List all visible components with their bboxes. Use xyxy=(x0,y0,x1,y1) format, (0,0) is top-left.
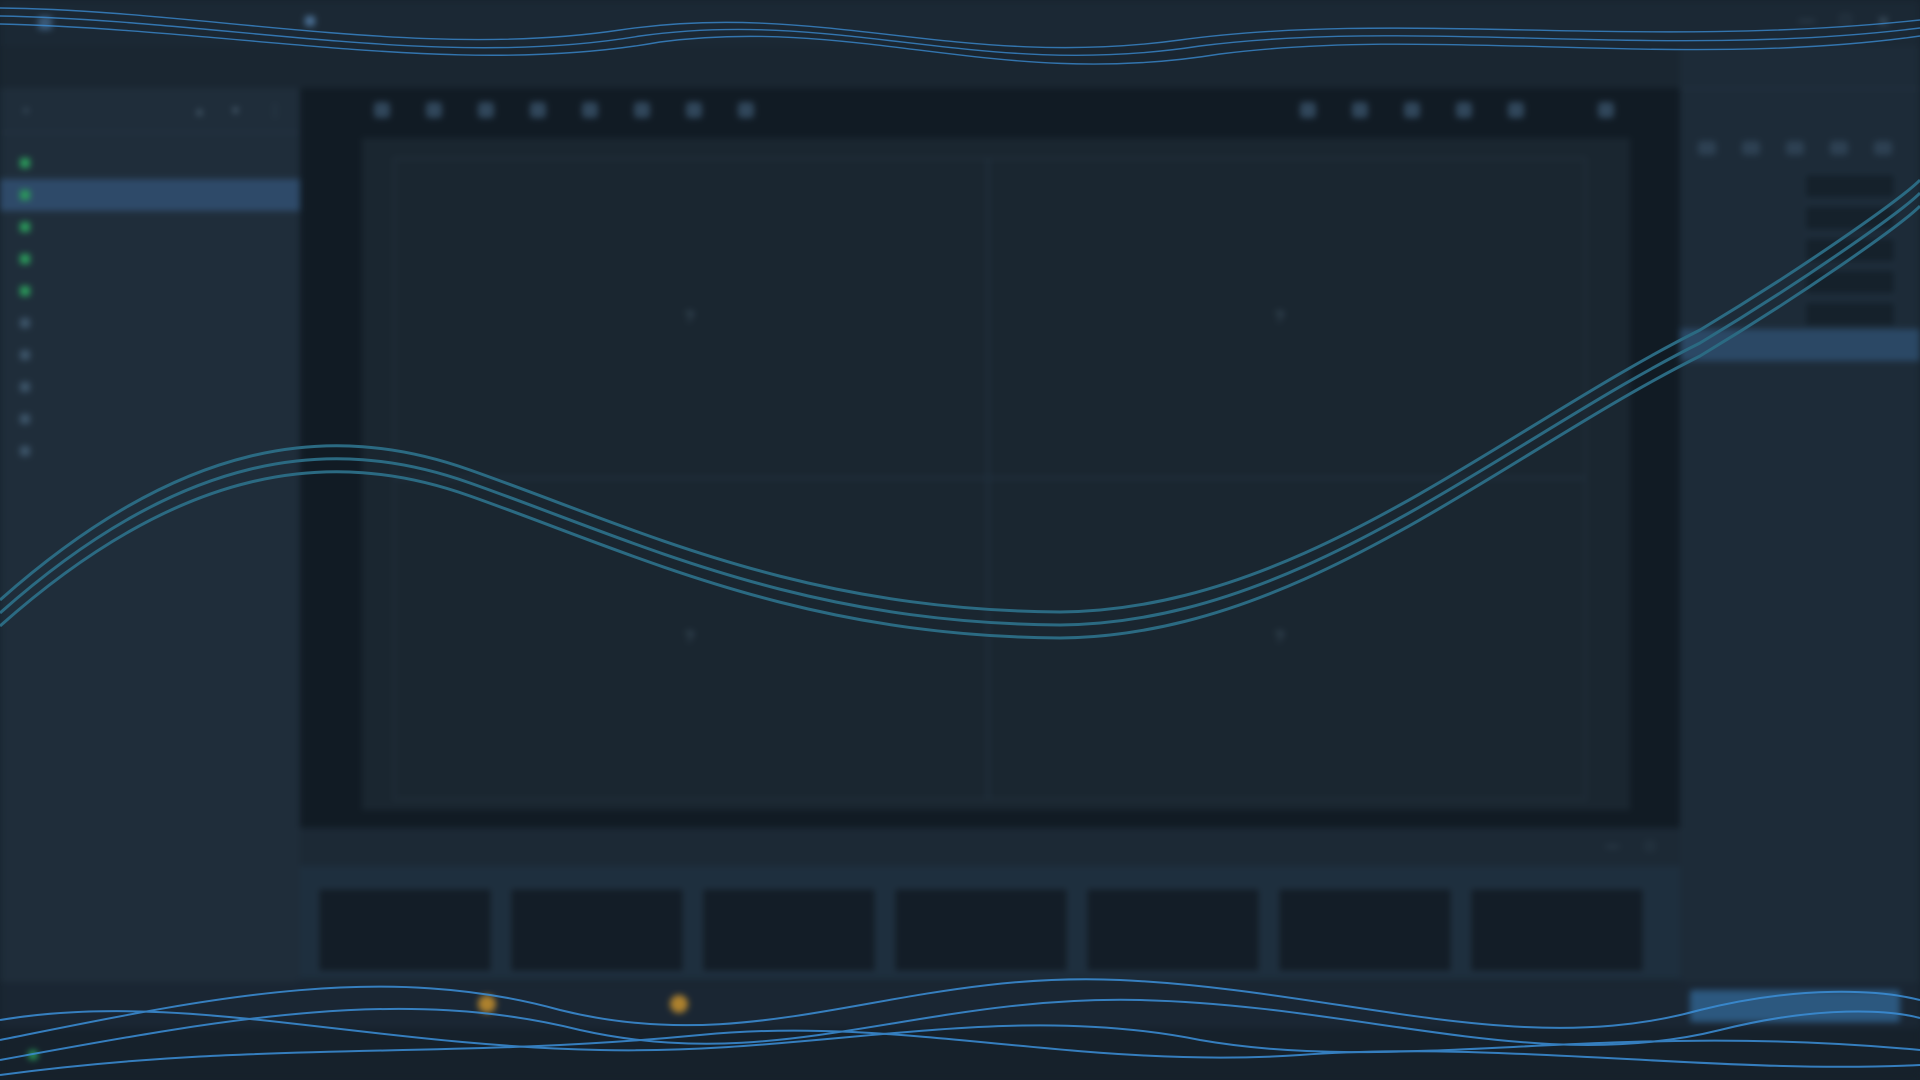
list-item[interactable] xyxy=(0,371,300,403)
more-icon[interactable]: ⋮ xyxy=(268,102,282,119)
tool-icon[interactable] xyxy=(1352,102,1368,118)
list-item[interactable] xyxy=(0,147,300,179)
tool-icon[interactable] xyxy=(1698,141,1716,155)
tool-icon[interactable] xyxy=(1300,102,1316,118)
main-menubar xyxy=(0,46,1920,89)
properties-iconbar xyxy=(1680,129,1920,169)
tool-icon[interactable] xyxy=(1786,141,1804,155)
close-icon[interactable]: ✕ xyxy=(1877,12,1890,32)
warning-icon xyxy=(478,995,496,1013)
tool-icon[interactable] xyxy=(1742,141,1760,155)
grid-icon[interactable] xyxy=(530,102,546,118)
thumbnail-strip xyxy=(300,866,1680,980)
camera-icon[interactable] xyxy=(686,102,702,118)
tool-icon[interactable] xyxy=(1456,102,1472,118)
property-row[interactable] xyxy=(1680,297,1920,329)
status-dot xyxy=(20,190,30,200)
help-icon: ? xyxy=(1275,309,1284,326)
warning-icon xyxy=(670,995,688,1013)
connection-status-icon xyxy=(28,1050,38,1060)
status-dot xyxy=(20,222,30,232)
status-dot xyxy=(20,318,30,328)
list-item[interactable] xyxy=(0,307,300,339)
minimize-icon[interactable]: — xyxy=(1799,12,1815,32)
app-window: — □ ✕ + ▴ ▾ ⋮ ? ? ? ? — □ xyxy=(0,0,1920,1080)
list-item-selected[interactable] xyxy=(0,179,300,211)
status-dot xyxy=(20,350,30,360)
viewport-divider xyxy=(987,159,989,799)
viewport-grid[interactable]: ? ? ? ? xyxy=(394,158,1586,800)
property-value[interactable] xyxy=(1804,173,1896,199)
expand-icon[interactable]: □ xyxy=(1646,838,1654,853)
sequence-panel: + ▴ ▾ ⋮ xyxy=(0,88,300,1008)
title-bar: — □ ✕ xyxy=(0,0,1920,46)
window-controls: — □ ✕ xyxy=(1799,12,1890,32)
help-icon: ? xyxy=(685,309,694,326)
status-dot xyxy=(20,446,30,456)
play-icon[interactable] xyxy=(374,102,390,118)
thumbnail[interactable] xyxy=(510,888,684,972)
list-item[interactable] xyxy=(0,275,300,307)
thumbnail[interactable] xyxy=(1470,888,1644,972)
up-icon[interactable]: ▴ xyxy=(196,102,203,119)
workspace: ? ? ? ? xyxy=(362,138,1630,810)
property-value[interactable] xyxy=(1804,237,1896,263)
thumbnail[interactable] xyxy=(894,888,1068,972)
viewport-divider xyxy=(395,477,1585,479)
sequence-toolbar: + ▴ ▾ ⋮ xyxy=(0,88,300,133)
record-icon[interactable] xyxy=(478,102,494,118)
project-tag[interactable] xyxy=(305,14,321,29)
list-item[interactable] xyxy=(0,339,300,371)
property-value[interactable] xyxy=(1804,301,1896,327)
property-row[interactable] xyxy=(1680,201,1920,233)
property-row[interactable] xyxy=(1680,265,1920,297)
thumbnail[interactable] xyxy=(1278,888,1452,972)
tool-icon[interactable] xyxy=(1404,102,1420,118)
add-icon[interactable]: + xyxy=(22,102,30,118)
step-icon[interactable] xyxy=(426,102,442,118)
collapse-icon[interactable]: — xyxy=(1606,838,1619,853)
tool-icon[interactable] xyxy=(1830,141,1848,155)
help-icon: ? xyxy=(1275,629,1284,646)
property-value[interactable] xyxy=(1804,269,1896,295)
property-value[interactable] xyxy=(1804,205,1896,231)
thumbnail[interactable] xyxy=(1086,888,1260,972)
sequence-list xyxy=(0,133,300,467)
list-item[interactable] xyxy=(0,435,300,467)
status-dot xyxy=(20,254,30,264)
export-icon[interactable] xyxy=(738,102,754,118)
maximize-icon[interactable]: □ xyxy=(1841,12,1851,32)
thumbnail[interactable] xyxy=(318,888,492,972)
tool-icon[interactable] xyxy=(1508,102,1524,118)
split-icon[interactable] xyxy=(634,102,650,118)
zoom-icon[interactable] xyxy=(1598,102,1614,118)
property-row-selected[interactable] xyxy=(1680,329,1920,361)
footer-bar xyxy=(0,1028,1920,1080)
properties-panel xyxy=(1680,46,1920,1008)
bottom-tab-bar: — □ xyxy=(300,828,1680,866)
status-dot xyxy=(20,414,30,424)
properties-header xyxy=(1680,46,1920,89)
property-row[interactable] xyxy=(1680,233,1920,265)
status-dot xyxy=(20,382,30,392)
list-item[interactable] xyxy=(0,243,300,275)
app-logo-icon xyxy=(38,16,52,30)
canvas-toolbar xyxy=(300,88,1680,134)
layout-icon[interactable] xyxy=(582,102,598,118)
thumbnail[interactable] xyxy=(702,888,876,972)
property-row[interactable] xyxy=(1680,169,1920,201)
status-dot xyxy=(20,158,30,168)
status-bar xyxy=(0,982,1920,1028)
properties-search[interactable] xyxy=(1680,89,1920,129)
tool-icon[interactable] xyxy=(1874,141,1892,155)
status-dot xyxy=(20,286,30,296)
list-item[interactable] xyxy=(0,211,300,243)
down-icon[interactable]: ▾ xyxy=(232,102,239,119)
canvas-area: ? ? ? ? xyxy=(300,88,1680,828)
list-item[interactable] xyxy=(0,403,300,435)
primary-action-button[interactable] xyxy=(1690,990,1900,1022)
help-icon: ? xyxy=(685,629,694,646)
